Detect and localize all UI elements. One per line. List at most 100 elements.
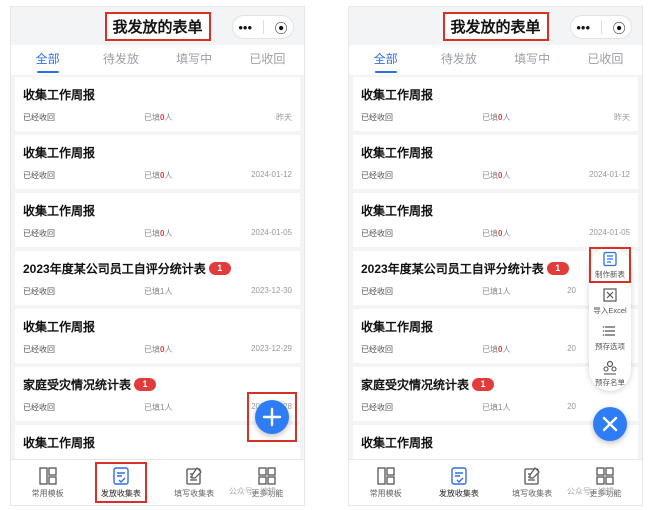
tab-filling[interactable]: 填写中 <box>158 45 231 75</box>
page-title: 我发放的表单 <box>104 12 211 41</box>
form-status: 已经收回 <box>23 345 55 354</box>
fill-form-icon <box>524 467 540 485</box>
notification-badge: 1 <box>472 377 495 391</box>
more-icon[interactable]: ••• <box>238 20 252 35</box>
form-date: 2024-01-12 <box>589 170 630 179</box>
more-grid-icon <box>258 467 277 485</box>
form-status: 已经收回 <box>361 403 393 412</box>
bottom-nav: 常用模板 发放收集表 填写收集表 更多功能 <box>349 459 642 505</box>
nav-fill-forms[interactable]: 填写收集表 <box>496 460 569 505</box>
close-x-icon <box>602 416 618 432</box>
form-date: 2024-01-05 <box>251 228 292 237</box>
page-title: 我发放的表单 <box>442 12 549 41</box>
form-date: 2023-12-30 <box>251 286 292 295</box>
form-card[interactable]: 收集工作周报 已经收回 已填0人 昨天 <box>353 77 638 131</box>
watermark-text: 公众号 · 编辑 <box>228 487 276 496</box>
send-form-icon <box>113 467 129 485</box>
form-title: 收集工作周报 <box>23 435 96 450</box>
form-date: 20 <box>567 344 576 353</box>
filled-count: 已填1人 <box>482 287 511 296</box>
filled-count: 已填0人 <box>144 113 173 122</box>
tab-filling[interactable]: 填写中 <box>496 45 569 75</box>
menu-item-preset-options[interactable]: 预存选项 <box>589 319 631 355</box>
menu-item-new-form[interactable]: 制作新表 <box>589 247 631 283</box>
send-form-icon <box>451 467 467 485</box>
template-grid-icon <box>376 467 395 485</box>
nav-more[interactable]: 更多功能 <box>231 460 304 505</box>
form-card[interactable]: 2023年度某公司员工自评分统计表 1 已经收回 已填1人 2023-12-30 <box>15 251 300 305</box>
form-title: 2023年度某公司员工自评分统计表 <box>361 261 544 276</box>
form-status: 已经收回 <box>361 229 393 238</box>
more-icon[interactable]: ••• <box>576 20 590 35</box>
add-fab-button[interactable] <box>255 400 289 434</box>
close-icon[interactable]: ⦿ <box>275 18 288 37</box>
filled-count: 已填0人 <box>482 229 511 238</box>
plus-icon <box>262 407 282 427</box>
mini-program-capsule: ••• ⦿ <box>232 15 294 39</box>
form-date: 昨天 <box>276 113 292 122</box>
menu-item-preset-roster[interactable]: 预存名单 <box>589 355 631 391</box>
filled-count: 已填0人 <box>144 345 173 354</box>
close-fab-button[interactable] <box>593 407 627 441</box>
form-status: 已经收回 <box>23 287 55 296</box>
nav-fill-forms[interactable]: 填写收集表 <box>158 460 231 505</box>
menu-item-label: 导入Excel <box>593 305 627 315</box>
menu-item-label: 制作新表 <box>595 269 625 279</box>
form-status: 已经收回 <box>23 171 55 180</box>
tab-collected[interactable]: 已收回 <box>231 45 304 75</box>
form-date: 昨天 <box>614 113 630 122</box>
mini-program-capsule: ••• ⦿ <box>570 15 632 39</box>
new-form-icon <box>603 251 617 266</box>
watermark-text: 公众号 · 编辑 <box>566 487 614 496</box>
tab-pending[interactable]: 待发放 <box>422 45 495 75</box>
form-title: 2023年度某公司员工自评分统计表 <box>23 261 206 276</box>
form-title: 家庭受灾情况统计表 <box>361 377 470 392</box>
menu-item-import-excel[interactable]: 导入Excel <box>589 283 631 319</box>
nav-more[interactable]: 更多功能 <box>569 460 642 505</box>
title-bar: 我发放的表单 ••• ⦿ <box>11 7 304 45</box>
more-grid-icon <box>596 467 615 485</box>
tab-all[interactable]: 全部 <box>349 45 422 75</box>
form-title: 收集工作周报 <box>361 319 434 334</box>
nav-send-forms[interactable]: 发放收集表 <box>84 460 157 505</box>
nav-highlight-frame: 发放收集表 <box>94 462 147 503</box>
form-title: 收集工作周报 <box>23 87 96 102</box>
capsule-divider <box>262 20 264 34</box>
notification-badge: 1 <box>208 261 231 275</box>
nav-send-forms[interactable]: 发放收集表 <box>422 460 495 505</box>
notification-badge: 1 <box>134 377 157 391</box>
form-date: 2024-01-05 <box>589 228 630 237</box>
fab-action-menu: 制作新表 导入Excel 预存选项 预存名单 <box>589 247 631 391</box>
capsule-divider <box>600 20 602 34</box>
filled-count: 已填1人 <box>144 403 173 412</box>
phone-screen-left: 我发放的表单 ••• ⦿ 全部 待发放 填写中 已收回 收集工作周报 已经收回 已填… <box>10 6 305 506</box>
form-title: 收集工作周报 <box>23 203 96 218</box>
title-bar: 我发放的表单 ••• ⦿ <box>349 7 642 45</box>
form-card[interactable]: 收集工作周报 已经收回 已填0人 2024-01-12 <box>353 135 638 189</box>
form-status: 已经收回 <box>23 229 55 238</box>
tab-pending[interactable]: 待发放 <box>84 45 157 75</box>
bottom-nav: 常用模板 发放收集表 填写收集表 更多功能 <box>11 459 304 505</box>
form-title: 收集工作周报 <box>361 145 434 160</box>
tab-collected[interactable]: 已收回 <box>569 45 642 75</box>
form-date: 20 <box>567 286 576 295</box>
close-icon[interactable]: ⦿ <box>613 18 626 37</box>
nav-templates[interactable]: 常用模板 <box>11 460 84 505</box>
nav-label: 填写收集表 <box>512 489 553 498</box>
tab-all[interactable]: 全部 <box>11 45 84 75</box>
nav-templates[interactable]: 常用模板 <box>349 460 422 505</box>
form-card[interactable]: 收集工作周报已经收回 已填0人 2024-01-05 <box>353 193 638 247</box>
form-title: 收集工作周报 <box>23 145 96 160</box>
template-grid-icon <box>38 467 57 485</box>
form-card[interactable]: 收集工作周报 已经收回 已填0人 2023-12-29 <box>15 309 300 363</box>
nav-label: 发放收集表 <box>100 489 141 498</box>
filled-count: 已填1人 <box>482 403 511 412</box>
form-title: 收集工作周报 <box>361 203 434 218</box>
preset-options-icon <box>602 325 615 336</box>
form-card[interactable]: 收集工作周报 已经收回 已填0人 昨天 <box>15 77 300 131</box>
menu-item-label: 预存选项 <box>595 341 625 351</box>
form-card[interactable]: 收集工作周报已经收回 已填0人 2024-01-05 <box>15 193 300 247</box>
form-date: 2023-12-29 <box>251 344 292 353</box>
form-card[interactable]: 收集工作周报 已经收回 已填0人 2024-01-12 <box>15 135 300 189</box>
filled-count: 已填0人 <box>144 229 173 238</box>
